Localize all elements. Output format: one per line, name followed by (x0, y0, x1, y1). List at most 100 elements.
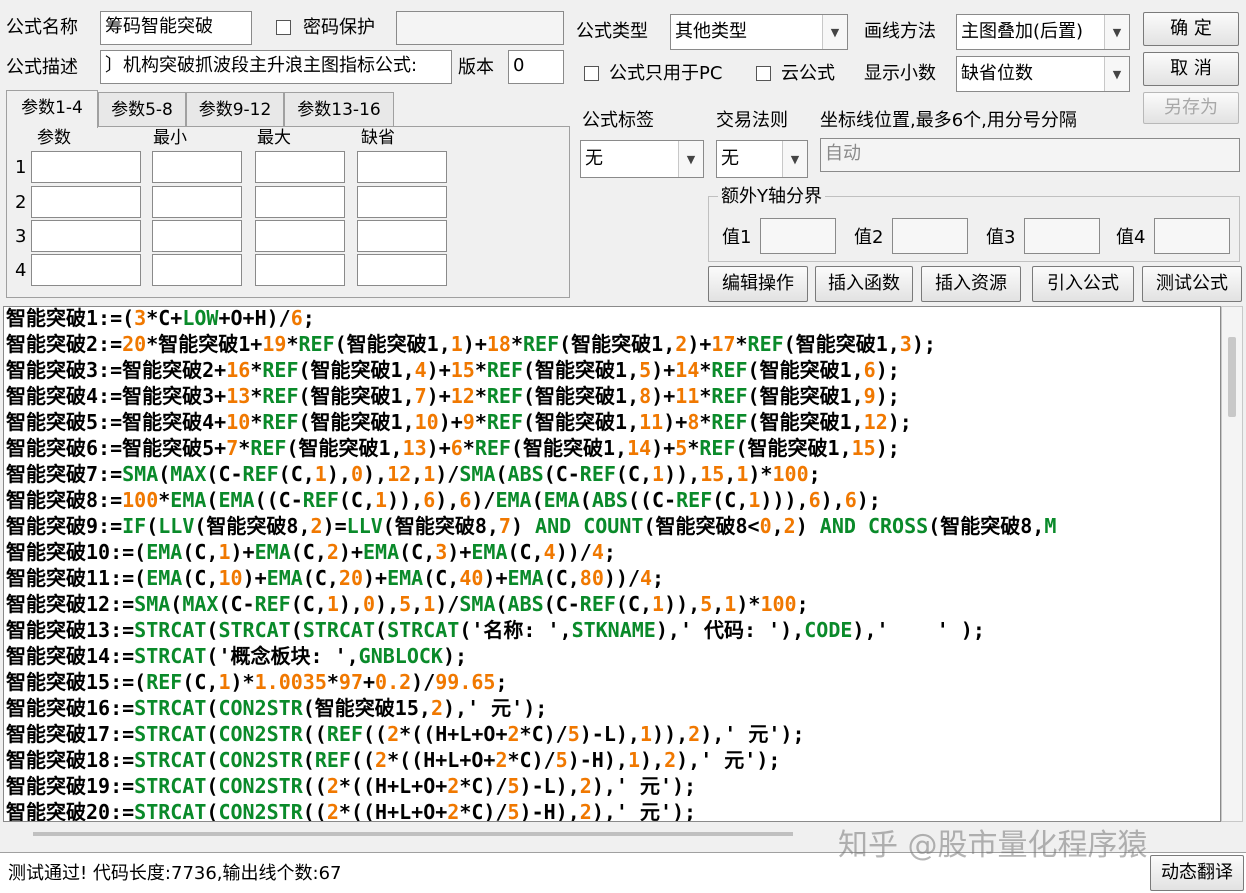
formula-type-select[interactable]: 其他类型 ▼ (670, 14, 848, 50)
code-token: ( (206, 774, 219, 798)
code-token: 智能突破3:=智能突破2+ (6, 358, 227, 382)
y-value-1-input[interactable] (760, 218, 836, 254)
code-token: REF (474, 436, 511, 460)
code-editor[interactable]: 智能突破1:=(3*C+LOW+O+H)/6; 智能突破2:=20*智能突破1+1… (3, 306, 1221, 822)
vertical-scrollbar[interactable] (1221, 306, 1243, 822)
ok-button[interactable]: 确 定 (1143, 12, 1239, 46)
code-token: *((H+L+O+ (338, 800, 448, 822)
param-min-input[interactable] (152, 186, 242, 218)
code-line: 智能突破17:=STRCAT(CON2STR((REF((2*((H+L+O+2… (6, 721, 805, 747)
code-token: 11 (639, 410, 664, 434)
trade-rule-select[interactable]: 无 ▼ (716, 140, 808, 178)
code-line: 智能突破6:=智能突破5+7*REF(智能突破1,13)+6*REF(智能突破1… (6, 435, 900, 461)
code-token: (智能突破1, (286, 436, 403, 460)
code-token: ; (603, 540, 616, 564)
code-token: ( (495, 462, 508, 486)
param-name-input[interactable] (31, 220, 141, 252)
code-token: EMA (146, 540, 183, 564)
insert-resource-button[interactable]: 插入资源 (921, 266, 1021, 302)
code-token: 17 (711, 332, 736, 356)
code-token: 智能突破19:= (6, 774, 135, 798)
param-max-input[interactable] (255, 254, 345, 286)
tab-params-5-8[interactable]: 参数5-8 (98, 92, 186, 126)
code-token: )+ (687, 332, 712, 356)
code-token: ( (290, 618, 303, 642)
decimals-select[interactable]: 缺省位数 ▼ (956, 56, 1130, 92)
password-checkbox[interactable] (276, 20, 291, 35)
draw-method-select[interactable]: 主图叠加(后置) ▼ (956, 14, 1130, 50)
code-token: (智能突破1, (735, 436, 852, 460)
param-min-input[interactable] (152, 151, 242, 183)
axis-position-input[interactable]: 自动 (820, 138, 1240, 172)
version-label: 版本 (458, 57, 494, 78)
code-token: )), (652, 722, 689, 746)
y-value-4-input[interactable] (1154, 218, 1230, 254)
code-token: 智能突破18:= (6, 748, 135, 772)
scroll-thumb[interactable] (33, 832, 793, 836)
param-default-input[interactable] (357, 151, 447, 183)
formula-name-input[interactable]: 筹码智能突破 (100, 11, 252, 45)
code-token: REF (302, 488, 339, 512)
formula-tag-select[interactable]: 无 ▼ (580, 140, 704, 178)
y-value-2-input[interactable] (892, 218, 968, 254)
code-token: REF (254, 592, 291, 616)
draw-method-value: 主图叠加(后置) (961, 21, 1084, 42)
param-default-input[interactable] (357, 220, 447, 252)
code-token: 10 (414, 410, 439, 434)
param-name-input[interactable] (31, 186, 141, 218)
code-token: 智能突破8:= (6, 488, 123, 512)
code-token: 20 (122, 332, 147, 356)
code-token: 1 (314, 462, 327, 486)
code-token: )+ (426, 436, 451, 460)
cloud-checkbox[interactable] (756, 66, 771, 81)
tab-params-13-16[interactable]: 参数13-16 (284, 92, 394, 126)
test-formula-button[interactable]: 测试公式 (1142, 266, 1242, 302)
param-name-input[interactable] (31, 254, 141, 286)
code-token: (智能突破1, (747, 358, 864, 382)
version-input[interactable]: 0 (508, 50, 564, 84)
code-token: (智能突破1, (298, 384, 415, 408)
code-line: 智能突破1:=(3*C+LOW+O+H)/6; (6, 307, 315, 331)
code-token: ); (875, 436, 900, 460)
scroll-thumb[interactable] (1228, 337, 1236, 417)
code-token: (C, (423, 566, 460, 590)
param-max-input[interactable] (255, 151, 345, 183)
y-value-3-input[interactable] (1024, 218, 1100, 254)
tab-params-1-4[interactable]: 参数1-4 (6, 90, 98, 128)
import-formula-button[interactable]: 引入公式 (1032, 266, 1134, 302)
code-token: ( (206, 748, 219, 772)
code-token: ABS (591, 488, 628, 512)
param-min-input[interactable] (152, 220, 242, 252)
code-token: LLV (346, 514, 383, 538)
param-max-input[interactable] (255, 220, 345, 252)
save-as-button[interactable]: 另存为 (1143, 92, 1239, 124)
pc-only-checkbox[interactable] (584, 66, 599, 81)
param-default-input[interactable] (357, 186, 447, 218)
y-value-label: 值1 (722, 227, 752, 248)
code-token: 智能突破6:=智能突破5+ (6, 436, 227, 460)
code-token: 6 (459, 488, 472, 512)
param-max-input[interactable] (255, 186, 345, 218)
param-default-input[interactable] (357, 254, 447, 286)
code-token: * (250, 384, 263, 408)
code-token: )+ (426, 384, 451, 408)
code-token: (智能突破1, (747, 384, 864, 408)
formula-desc-input[interactable]: 〕机构突破抓波段主升浪主图指标公式: (100, 50, 452, 84)
code-token: 100 (760, 592, 797, 616)
code-token: 2 (783, 514, 796, 538)
code-token: REF (486, 358, 524, 382)
code-token: 12 (387, 462, 412, 486)
code-token: ('名称: ', (459, 618, 572, 642)
pc-only-label: 公式只用于PC (609, 63, 723, 84)
code-token: STRCAT (134, 800, 207, 822)
code-token: 14 (627, 436, 652, 460)
param-min-input[interactable] (152, 254, 242, 286)
dynamic-translate-button[interactable]: 动态翻译 (1150, 855, 1244, 891)
tab-params-9-12[interactable]: 参数9-12 (186, 92, 284, 126)
code-token: 2 (495, 748, 508, 772)
cancel-button[interactable]: 取 消 (1143, 52, 1239, 86)
edit-ops-button[interactable]: 编辑操作 (708, 266, 808, 302)
param-name-input[interactable] (31, 151, 141, 183)
insert-function-button[interactable]: 插入函数 (815, 266, 913, 302)
code-token: (C, (182, 566, 219, 590)
